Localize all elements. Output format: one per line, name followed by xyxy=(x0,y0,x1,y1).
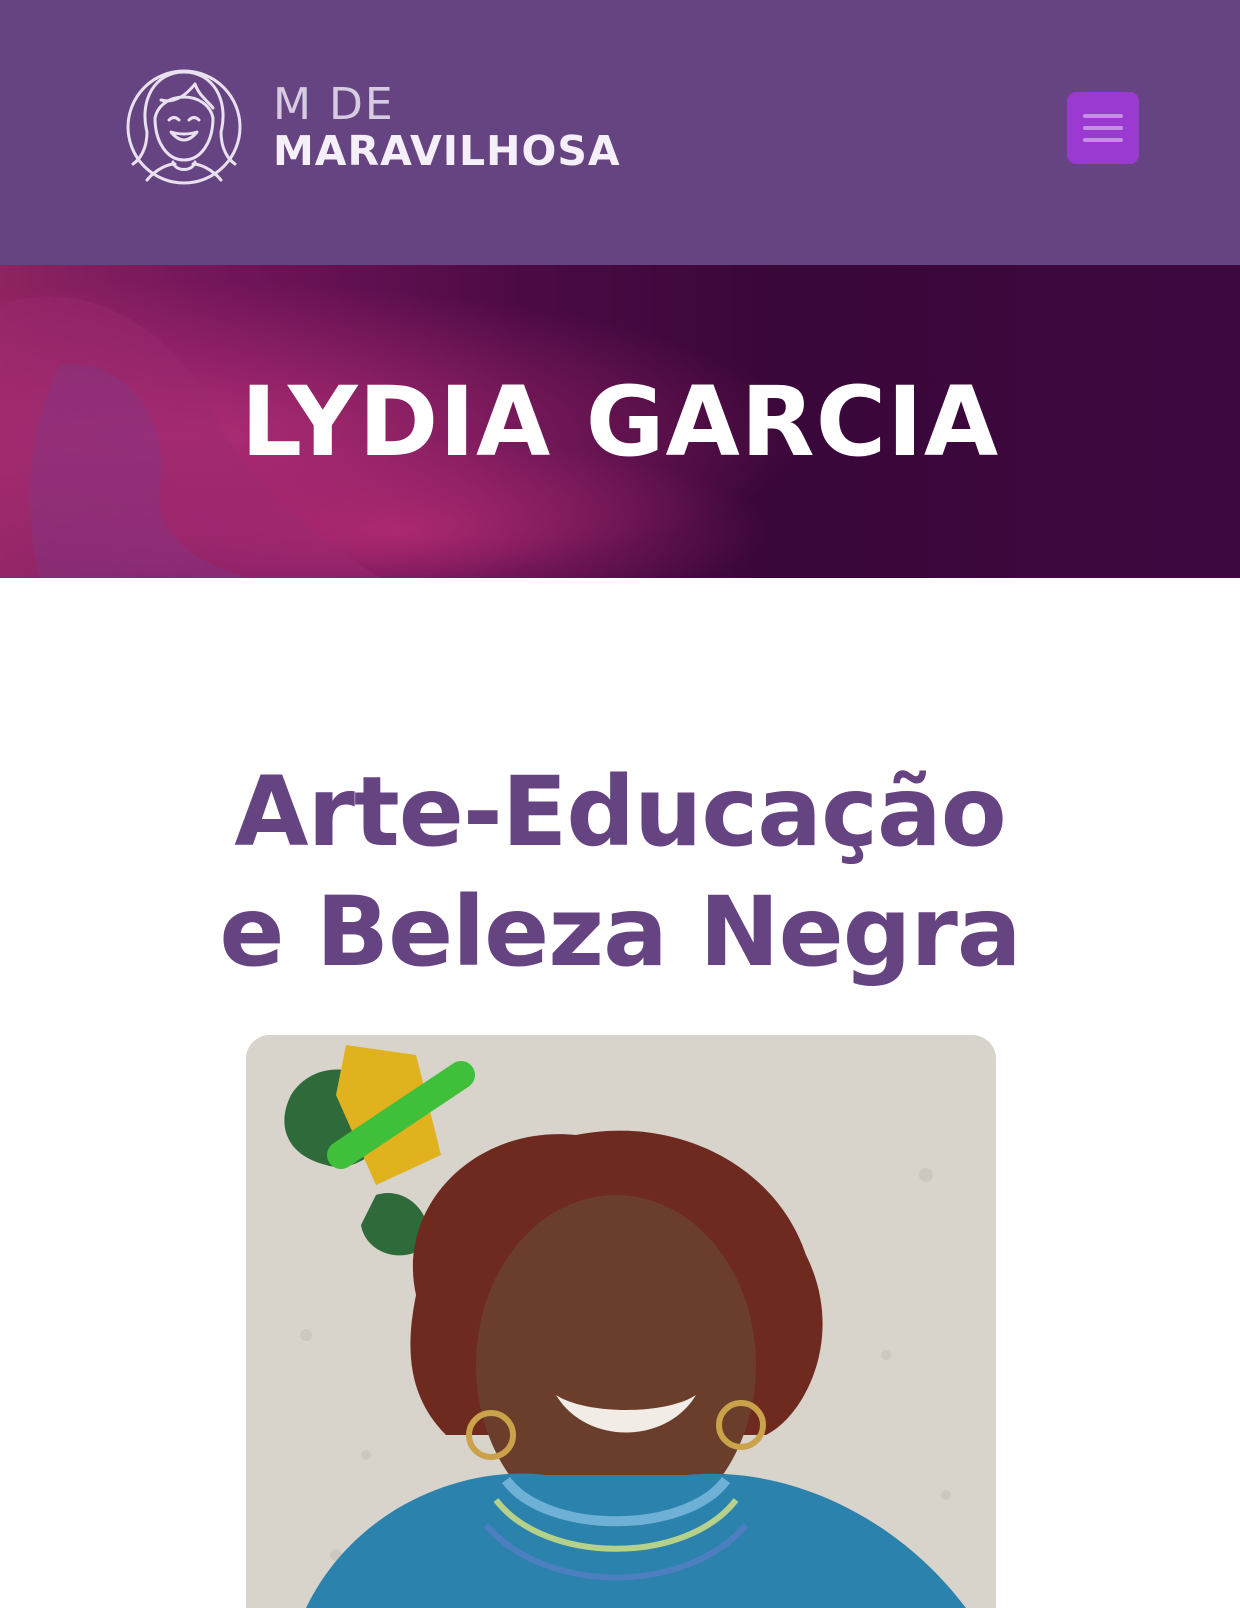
site-header: M DE MARAVILHOSA xyxy=(0,0,1240,265)
menu-button[interactable] xyxy=(1067,92,1139,164)
article-title: Arte-Educação e Beleza Negra xyxy=(219,756,1021,988)
hero-banner: LYDIA GARCIA xyxy=(0,265,1240,578)
hero-title: LYDIA GARCIA xyxy=(240,365,1000,478)
portrait-photo xyxy=(246,1035,996,1608)
logo-line-1: M DE xyxy=(273,79,395,130)
site-logo[interactable]: M DE MARAVILHOSA xyxy=(125,60,685,195)
logo-wordmark: M DE MARAVILHOSA xyxy=(273,83,621,172)
hamburger-menu-icon xyxy=(1083,114,1123,142)
logo-line-2: MARAVILHOSA xyxy=(273,127,621,175)
portrait-photo-illustration xyxy=(246,1035,996,1608)
woman-face-logo-icon xyxy=(126,69,242,185)
